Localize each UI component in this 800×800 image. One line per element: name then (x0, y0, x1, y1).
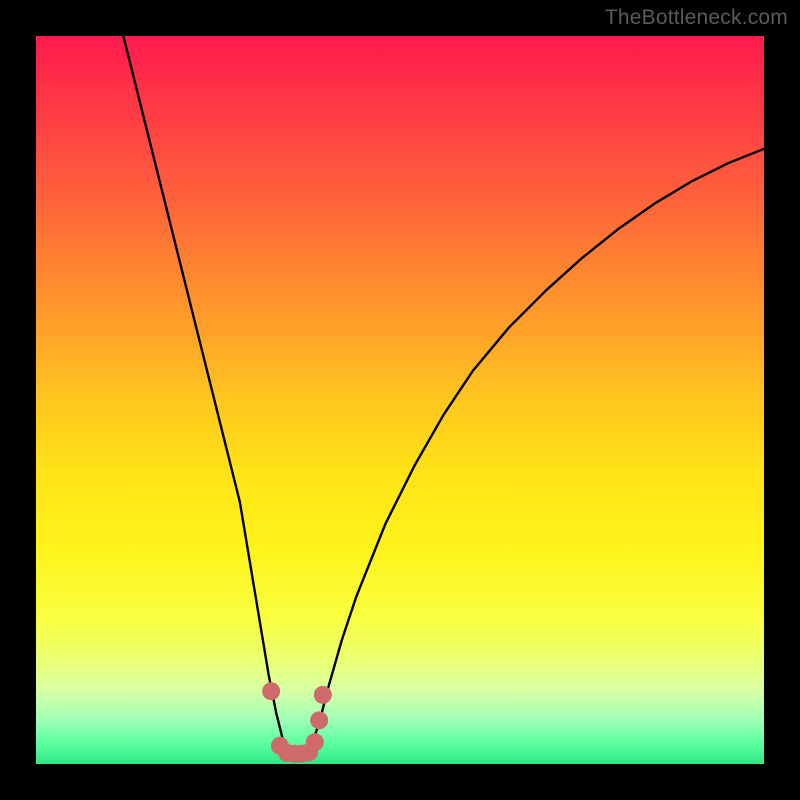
highlight-dot (262, 682, 280, 700)
highlight-dot (310, 711, 328, 729)
plot-area (36, 36, 764, 764)
highlight-markers (262, 682, 332, 763)
highlight-dot (306, 733, 324, 751)
bottleneck-curve (123, 36, 764, 760)
highlight-dot (314, 686, 332, 704)
chart-frame: TheBottleneck.com (0, 0, 800, 800)
watermark-text: TheBottleneck.com (605, 6, 788, 30)
curve-svg (36, 36, 764, 764)
